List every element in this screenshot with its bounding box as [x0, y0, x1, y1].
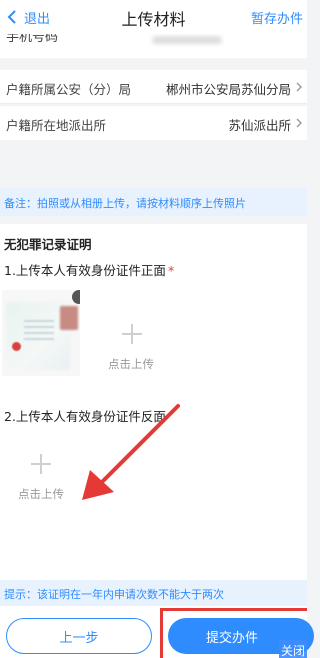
- thumbnail-photo: [60, 306, 78, 330]
- item1-text: 1.上传本人有效身份证件正面: [4, 263, 166, 278]
- police-station-label: 户籍所在地派出所: [6, 118, 107, 133]
- divider: [0, 103, 307, 104]
- plus-icon: [122, 324, 142, 344]
- save-draft-button[interactable]: 暂存办件: [251, 8, 303, 27]
- upload-front-button[interactable]: 点击上传: [92, 306, 170, 384]
- upload-back-button[interactable]: 点击上传: [2, 436, 80, 514]
- bottom-bar: 上一步 提交办件 关闭: [0, 606, 314, 658]
- upload-label: 点击上传: [18, 487, 64, 501]
- phone-label: 手机号码: [6, 34, 59, 45]
- tip-banner: 提示：该证明在一年内申请次数不能大于两次: [0, 580, 307, 606]
- thumbnail-seal: [12, 342, 21, 351]
- close-button[interactable]: 关闭: [279, 640, 307, 658]
- police-station-value: 苏仙派出所: [228, 118, 291, 133]
- police-bureau-label: 户籍所属公安（分）局: [6, 82, 132, 97]
- arrow-annotation: [82, 404, 180, 500]
- delete-icon[interactable]: [72, 290, 80, 304]
- phone-value-redacted: [152, 36, 222, 44]
- police-station-row[interactable]: 户籍所在地派出所 苏仙派出所: [0, 106, 307, 140]
- phone-row: 手机号码: [0, 34, 307, 58]
- upload-label: 点击上传: [108, 357, 154, 371]
- note-text: 备注：拍照或从相册上传，请按材料顺序上传照片: [4, 197, 246, 210]
- uploaded-id-front-thumbnail[interactable]: [2, 290, 80, 376]
- prev-step-button[interactable]: 上一步: [6, 618, 152, 654]
- section-gap: [0, 58, 307, 70]
- required-mark: *: [167, 263, 175, 278]
- chevron-right-icon: [296, 82, 302, 92]
- item1-label: 1.上传本人有效身份证件正面 *: [4, 260, 174, 279]
- section-title: 无犯罪记录证明: [4, 237, 92, 252]
- thumbnail-text-blur: [24, 320, 54, 340]
- police-bureau-value: 郴州市公安局苏仙分局: [165, 82, 291, 97]
- plus-icon: [31, 454, 51, 474]
- top-bar: 退出 上传材料 暂存办件: [0, 0, 307, 34]
- tip-text: 提示：该证明在一年内申请次数不能大于两次: [4, 588, 224, 601]
- police-bureau-row[interactable]: 户籍所属公安（分）局 郴州市公安局苏仙分局: [0, 70, 307, 104]
- note-banner: 备注：拍照或从相册上传，请按材料顺序上传照片: [0, 188, 307, 216]
- chevron-right-icon: [296, 118, 302, 128]
